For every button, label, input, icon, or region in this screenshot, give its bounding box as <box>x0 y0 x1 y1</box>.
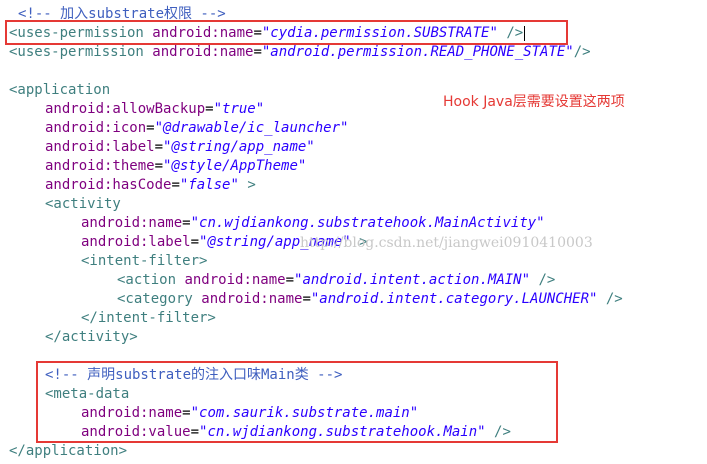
code-token: </activity> <box>45 329 138 345</box>
code-token: = <box>182 215 191 231</box>
code-token: = <box>253 44 262 60</box>
code-token: "@drawable/ic_launcher" <box>154 120 349 136</box>
code-token: = <box>205 101 214 117</box>
code-line: android:label="@string/app_name" <box>45 138 315 157</box>
code-token: <action <box>117 272 177 288</box>
code-token: android:name <box>192 291 303 307</box>
code-token: android:hasCode <box>45 177 172 193</box>
code-line: <uses-permission android:name="android.p… <box>9 43 591 62</box>
code-token: <application <box>9 82 111 98</box>
code-line: </application> <box>9 442 127 461</box>
code-token: = <box>146 120 155 136</box>
highlight-box-permission <box>5 20 568 45</box>
code-token: = <box>285 272 295 288</box>
code-line: android:name="cn.wjdiankong.substratehoo… <box>81 214 545 233</box>
code-token: android:name <box>81 215 183 231</box>
code-token: "false" <box>179 177 239 193</box>
code-token: <category <box>117 291 193 307</box>
code-token: android:label <box>45 139 155 155</box>
code-token: android:name <box>143 44 254 60</box>
annotation-label: Hook Java层需要设置这两项 <box>443 94 625 110</box>
highlight-box-meta-data <box>36 361 558 443</box>
code-token: = <box>171 177 180 193</box>
code-token: > <box>238 177 256 193</box>
code-line: android:theme="@style/AppTheme" <box>45 157 306 176</box>
code-line: <action android:name="android.intent.act… <box>117 271 555 290</box>
code-token: = <box>154 139 164 155</box>
code-token: = <box>154 158 164 174</box>
code-token: /> <box>597 291 623 307</box>
code-token: android:allowBackup <box>45 101 206 117</box>
code-line: </activity> <box>45 328 138 347</box>
code-line: <application <box>9 81 110 100</box>
code-token: "@style/AppTheme" <box>163 158 307 174</box>
code-token: = <box>190 234 200 250</box>
code-token: /> <box>530 272 556 288</box>
code-line: android:icon="@drawable/ic_launcher" <box>45 119 348 138</box>
code-token: "@string/app_name" <box>163 139 315 155</box>
code-token: "android.permission.READ_PHONE_STATE" <box>261 44 574 60</box>
code-token: </intent-filter> <box>81 310 216 326</box>
code-token: = <box>302 291 311 307</box>
xml-code-editor[interactable]: <!-- 加入substrate权限 --> <uses-permission a… <box>0 0 707 464</box>
code-token: /> <box>573 44 591 60</box>
code-token: "android.intent.category.LAUNCHER" <box>310 291 598 307</box>
code-token: <uses-permission <box>9 44 144 60</box>
watermark-text: http://blog.csdn.net/jiangwei0910410003 <box>300 235 593 251</box>
code-line: </intent-filter> <box>81 309 216 328</box>
code-line: android:allowBackup="true" <box>45 100 264 119</box>
code-token: "android.intent.action.MAIN" <box>294 272 531 288</box>
code-line: <activity <box>45 195 121 214</box>
code-line: android:hasCode="false" > <box>45 176 256 195</box>
code-token: <intent-filter> <box>81 253 208 269</box>
code-token: android:label <box>81 234 191 250</box>
code-token: android:name <box>176 272 286 288</box>
code-token: android:theme <box>45 158 155 174</box>
code-line: <intent-filter> <box>81 252 207 271</box>
code-token: <activity <box>45 196 121 212</box>
code-token: "true" <box>213 101 265 117</box>
code-line: <category android:name="android.intent.c… <box>117 290 623 309</box>
code-token: "cn.wjdiankong.substratehook.MainActivit… <box>190 215 545 231</box>
code-token: </application> <box>9 443 128 459</box>
code-token: android:icon <box>45 120 147 136</box>
